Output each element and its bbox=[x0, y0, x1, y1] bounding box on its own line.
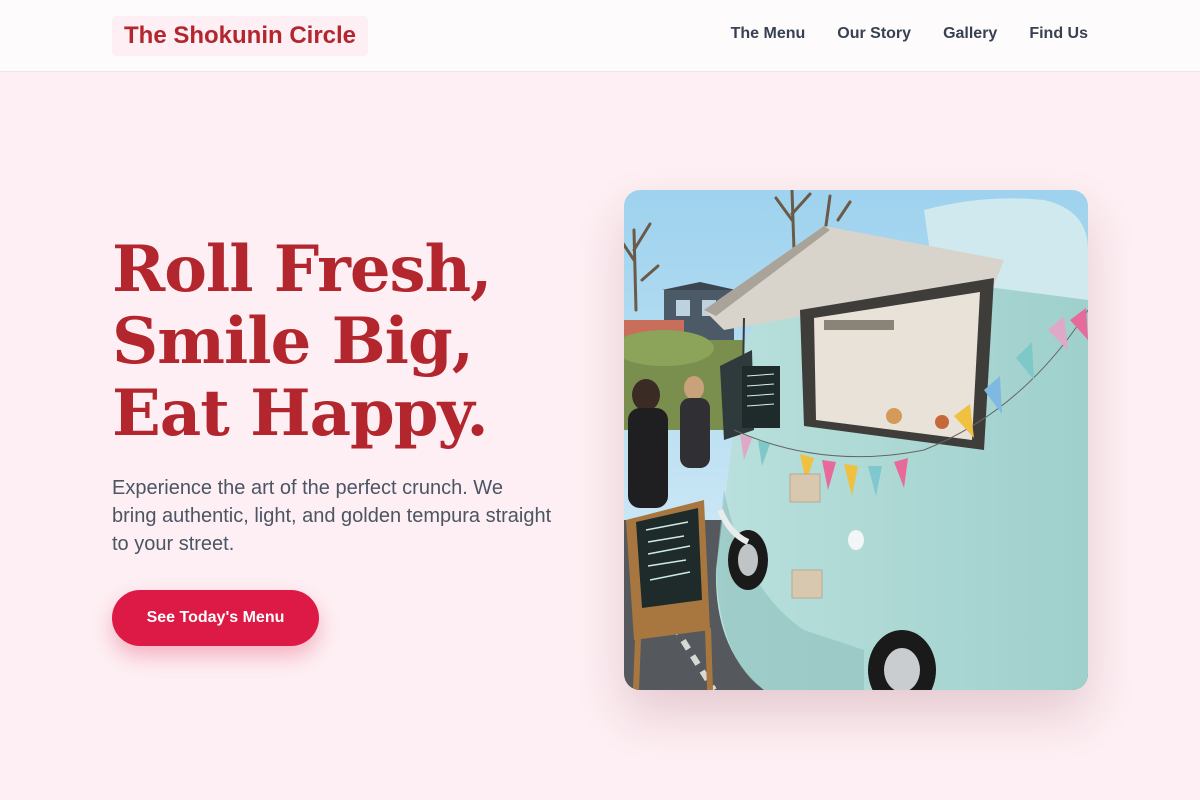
food-truck-photo bbox=[624, 190, 1088, 690]
main-nav: The Menu Our Story Gallery Find Us bbox=[731, 22, 1088, 46]
see-menu-button[interactable]: See Today's Menu bbox=[112, 590, 319, 646]
nav-link-find-us[interactable]: Find Us bbox=[1029, 22, 1088, 46]
food-truck-illustration bbox=[624, 190, 1088, 690]
nav-link-the-menu[interactable]: The Menu bbox=[731, 22, 806, 46]
headline-line-2: Smile Big, bbox=[112, 304, 474, 379]
headline-line-1: Roll Fresh, bbox=[112, 232, 492, 307]
hero-headline: Roll Fresh, Smile Big, Eat Happy. bbox=[112, 234, 572, 450]
brand-logo[interactable]: The Shokunin Circle bbox=[112, 16, 369, 56]
top-navigation-bar: The Shokunin Circle The Menu Our Story G… bbox=[0, 0, 1200, 72]
headline-line-3: Eat Happy. bbox=[112, 376, 489, 451]
nav-link-gallery[interactable]: Gallery bbox=[943, 22, 997, 46]
nav-link-our-story[interactable]: Our Story bbox=[837, 22, 911, 46]
hero-subtext: Experience the art of the perfect crunch… bbox=[112, 477, 552, 555]
